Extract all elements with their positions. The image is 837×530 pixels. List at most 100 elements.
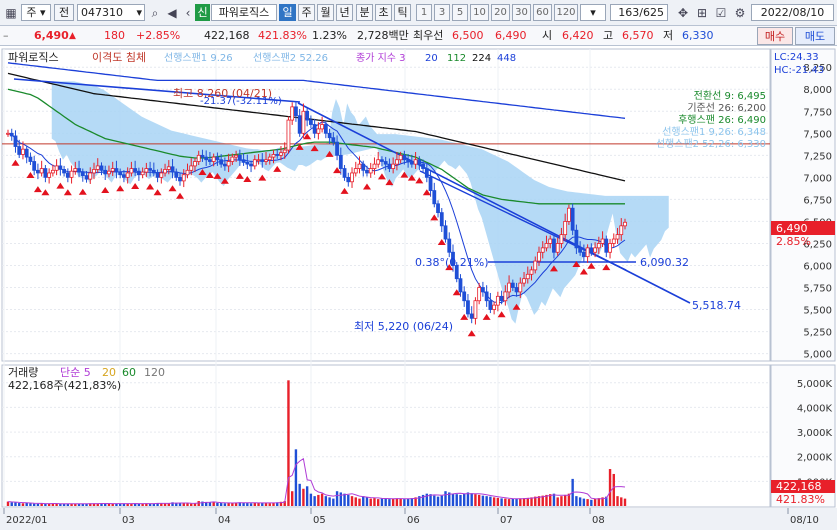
candle-body	[361, 163, 366, 171]
volume-bar	[246, 503, 249, 506]
candle-body	[279, 152, 283, 156]
candle-body	[615, 234, 620, 240]
candle-body	[84, 175, 89, 180]
move-icon[interactable]: ✥	[675, 5, 691, 21]
candle-body	[417, 159, 422, 165]
candle-body	[477, 287, 482, 302]
prev-icon[interactable]: ‹	[180, 5, 196, 21]
candle-body	[43, 168, 48, 178]
candle-body	[365, 169, 369, 174]
volume-tag-value: 422,168	[776, 480, 822, 493]
speaker-icon[interactable]: ◀	[164, 5, 180, 21]
candle-body	[215, 156, 220, 161]
annotation-low: 최저 5,220 (06/24)	[354, 320, 453, 333]
check-icon[interactable]: ☑	[713, 5, 729, 21]
volume-bar	[163, 503, 167, 506]
grid-icon[interactable]: ▦	[3, 5, 19, 21]
price-chart[interactable]: 8,2508,0007,7507,5007,2507,0006,7506,500…	[0, 46, 837, 530]
candle-body	[69, 170, 74, 178]
period-second-button[interactable]: 초	[375, 4, 392, 21]
candle-body	[196, 154, 201, 162]
current-price-tag-value: 6,490	[776, 222, 808, 235]
period-month-button[interactable]: 월	[317, 4, 334, 21]
volume-bar	[440, 495, 443, 506]
candle-body	[114, 168, 119, 173]
candle-body	[230, 156, 235, 162]
best-quote-label: 최우선	[413, 29, 444, 42]
buy-button[interactable]: 매수	[757, 27, 793, 45]
candle-body	[151, 169, 156, 174]
candle-body	[77, 168, 81, 173]
candle-body	[376, 159, 381, 165]
candle-body	[13, 135, 18, 147]
market-select[interactable]: 주 ▾	[21, 4, 51, 21]
candle-body	[443, 225, 448, 240]
candle-body	[241, 159, 246, 163]
candle-body	[185, 169, 190, 176]
search-icon[interactable]: ⌕	[147, 5, 163, 21]
volume-bar	[55, 503, 58, 506]
candle-body	[252, 159, 257, 167]
volume-ma-20: 20	[102, 366, 116, 379]
volume-bar	[219, 503, 223, 506]
sell-button[interactable]: 매도	[795, 27, 835, 45]
interval-120-button[interactable]: 120	[554, 4, 578, 21]
volume-bar	[242, 502, 245, 506]
interval-custom-select[interactable]: ▾	[580, 4, 606, 21]
x-axis-label: 06	[407, 515, 420, 526]
legend-disparity: 이격도 침체	[92, 51, 146, 64]
gear-icon[interactable]: ⚙	[732, 5, 748, 21]
mode-button[interactable]: 전	[54, 4, 74, 21]
candle-body	[170, 166, 175, 173]
code-input[interactable]: 047310 ▾	[77, 4, 145, 21]
volume-bar	[474, 494, 477, 506]
volume-last: 422,168주(421,83%)	[8, 379, 121, 392]
candle-body	[297, 115, 302, 134]
current-price: 6,490	[34, 29, 69, 42]
candle-body	[95, 165, 100, 170]
candle-body	[619, 225, 624, 236]
candle-body	[544, 243, 549, 249]
interval-60-button[interactable]: 60	[533, 4, 552, 21]
expand-icon[interactable]: ⊞	[694, 5, 710, 21]
volume-bar	[354, 497, 357, 506]
candle-body	[174, 171, 179, 178]
interval-3-button[interactable]: 3	[434, 4, 450, 21]
stock-name-display[interactable]: 파워로직스	[211, 4, 277, 21]
period-day-button[interactable]: 일	[279, 4, 296, 21]
period-week-button[interactable]: 주	[298, 4, 315, 21]
candle-body	[466, 300, 470, 315]
candle-body	[193, 161, 197, 167]
volume-bar	[530, 497, 533, 506]
candle-body	[200, 154, 205, 158]
volume-bar	[347, 494, 350, 506]
volume-bar	[18, 503, 21, 506]
interval-10-button[interactable]: 10	[470, 4, 489, 21]
minus-icon[interactable]: –	[3, 26, 9, 46]
period-tick-button[interactable]: 틱	[394, 4, 411, 21]
annotation-fib: 0.38°(0.21%)	[415, 256, 489, 269]
candle-body	[383, 161, 388, 165]
candle-body	[39, 168, 44, 174]
candle-body	[368, 168, 373, 174]
interval-1-button[interactable]: 1	[416, 4, 432, 21]
date-field[interactable]: 2022/08/10	[751, 4, 834, 21]
period-minute-button[interactable]: 분	[356, 4, 373, 21]
candle-body	[481, 287, 485, 293]
period-year-button[interactable]: 년	[336, 4, 353, 21]
volume-bar	[21, 503, 25, 506]
candle-body	[327, 132, 332, 139]
ichimoku-tenkan-label: 전환선 9: 6,495	[694, 90, 766, 102]
interval-20-button[interactable]: 20	[491, 4, 510, 21]
volume-bar	[6, 501, 10, 506]
candle-body	[21, 148, 25, 155]
volume-axis-label: 4,000K	[797, 403, 833, 414]
candle-body	[54, 165, 59, 171]
volume-bar	[586, 499, 589, 506]
ichimoku-kijun-label: 기준선 26: 6,200	[687, 102, 766, 114]
interval-5-button[interactable]: 5	[452, 4, 468, 21]
volume-bar	[358, 498, 361, 506]
interval-30-button[interactable]: 30	[512, 4, 531, 21]
candle-body	[260, 159, 265, 162]
price-axis-label: 6,000	[803, 261, 832, 272]
